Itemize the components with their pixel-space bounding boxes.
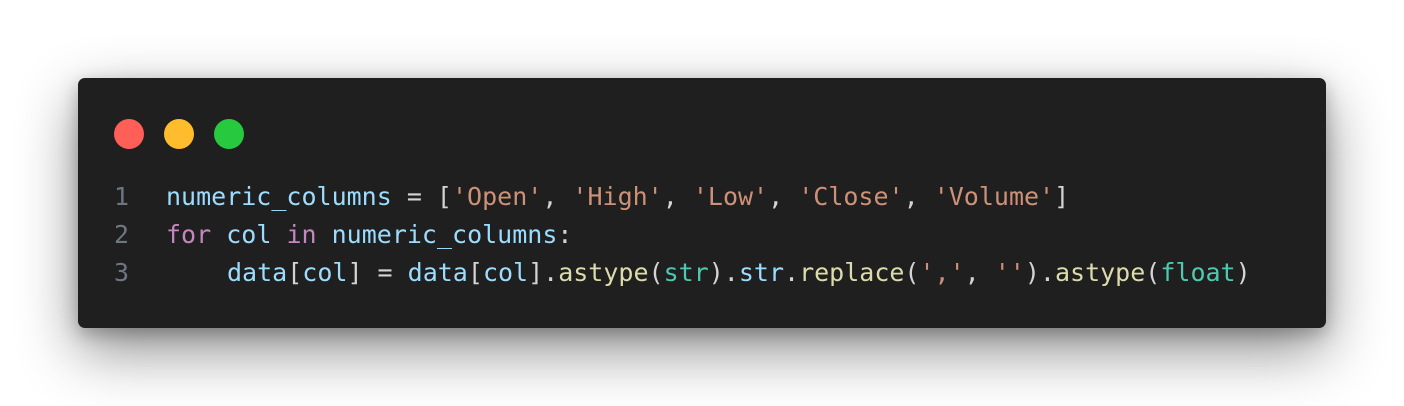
token-function: astype bbox=[1054, 258, 1146, 287]
close-dot-icon[interactable] bbox=[114, 119, 144, 149]
token-punctuation: [ bbox=[287, 258, 303, 287]
line-source: data[col] = data[col].astype(str).str.re… bbox=[166, 254, 1251, 292]
token-keyword: in bbox=[286, 220, 317, 249]
token-punctuation: , bbox=[903, 182, 934, 211]
code-window: 1 numeric_columns = ['Open', 'High', 'Low… bbox=[78, 78, 1326, 328]
token-variable: col bbox=[302, 258, 348, 287]
token-function: astype bbox=[558, 258, 649, 287]
line-source: for col in numeric_columns: bbox=[166, 216, 572, 254]
token-variable: data bbox=[407, 258, 468, 287]
token-punctuation bbox=[317, 220, 332, 249]
token-variable: col bbox=[482, 258, 529, 287]
line-number: 1 bbox=[114, 182, 130, 211]
token-punctuation: , bbox=[542, 182, 573, 211]
line-number: 3 bbox=[114, 258, 130, 287]
token-punctuation: ). bbox=[708, 258, 739, 287]
token-builtin-type: float bbox=[1160, 258, 1236, 287]
token-punctuation: ) bbox=[1235, 258, 1251, 287]
token-keyword: for bbox=[166, 220, 212, 249]
token-string: 'High' bbox=[572, 182, 663, 211]
token-string: 'Close' bbox=[798, 182, 904, 211]
token-variable: col bbox=[226, 220, 272, 249]
token-punctuation: ]. bbox=[528, 258, 559, 287]
token-variable: str bbox=[738, 258, 784, 287]
token-punctuation: ] bbox=[1054, 182, 1070, 211]
token-punctuation: , bbox=[768, 182, 799, 211]
token-punctuation: [ bbox=[467, 258, 483, 287]
token-variable: numeric_columns bbox=[166, 182, 392, 211]
token-punctuation: ( bbox=[904, 258, 920, 287]
maximize-dot-icon[interactable] bbox=[214, 119, 244, 149]
minimize-dot-icon[interactable] bbox=[164, 119, 194, 149]
line-number: 2 bbox=[114, 220, 130, 249]
token-string: 'Open' bbox=[452, 182, 543, 211]
token-string: '' bbox=[994, 258, 1025, 287]
token-function: replace bbox=[799, 258, 905, 287]
token-string: 'Low' bbox=[692, 182, 769, 211]
token-punctuation: ). bbox=[1024, 258, 1055, 287]
token-punctuation: . bbox=[784, 258, 800, 287]
token-punctuation bbox=[211, 220, 226, 249]
token-builtin-type: str bbox=[663, 258, 709, 287]
token-punctuation: : bbox=[557, 220, 573, 249]
token-string: 'Volume' bbox=[933, 182, 1055, 211]
token-punctuation: ( bbox=[648, 258, 664, 287]
token-variable: numeric_columns bbox=[331, 220, 558, 249]
token-punctuation bbox=[271, 220, 286, 249]
token-variable: data bbox=[227, 258, 288, 287]
token-string: ',' bbox=[919, 258, 965, 287]
token-punctuation: , bbox=[662, 182, 693, 211]
line-source: numeric_columns = ['Open', 'High', 'Low'… bbox=[166, 178, 1069, 216]
token-punctuation: ] = bbox=[347, 258, 408, 287]
token-punctuation: , bbox=[964, 258, 995, 287]
token-punctuation: ( bbox=[1145, 258, 1161, 287]
token-punctuation: = [ bbox=[391, 182, 452, 211]
